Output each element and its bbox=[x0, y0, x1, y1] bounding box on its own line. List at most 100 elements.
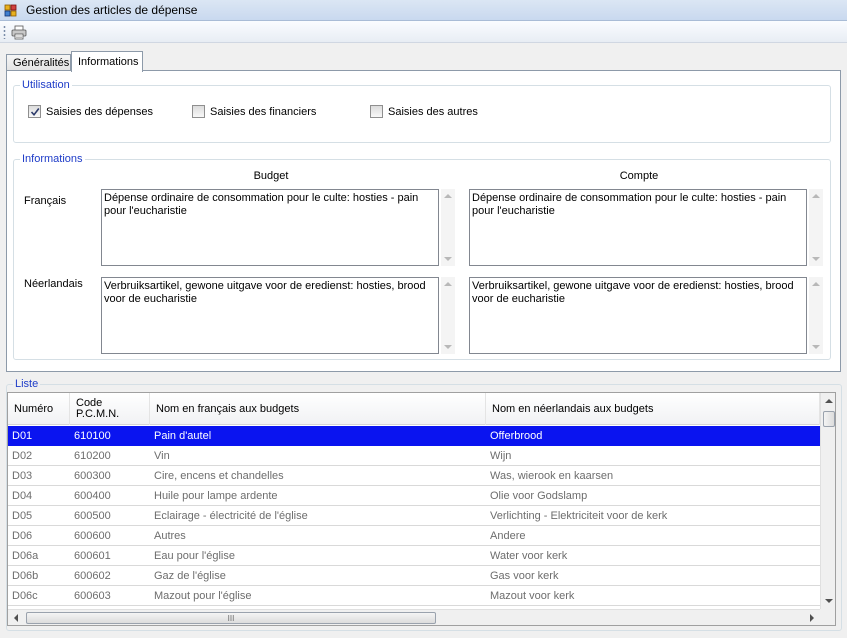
table-row[interactable]: D01 610100 Pain d'autel Offerbrood bbox=[8, 426, 820, 446]
textarea-text: Dépense ordinaire de consommation pour l… bbox=[472, 192, 787, 217]
grid-horizontal-scrollbar[interactable]: III bbox=[8, 609, 820, 625]
scroll-down-arrow-icon[interactable] bbox=[444, 257, 452, 261]
vertical-scroll-thumb[interactable] bbox=[823, 411, 835, 427]
cell-code: 600603 bbox=[74, 590, 111, 602]
column-header-code[interactable]: Code P.C.M.N. bbox=[70, 393, 150, 425]
checkbox-saisies-depenses[interactable]: Saisies des dépenses bbox=[28, 105, 153, 118]
textarea-fr-budget[interactable]: Dépense ordinaire de consommation pour l… bbox=[101, 189, 439, 266]
cell-code: 600601 bbox=[74, 550, 111, 562]
cell-code: 600400 bbox=[74, 490, 111, 502]
cell-nom-fr: Vin bbox=[154, 450, 170, 462]
informations-legend: Informations bbox=[22, 153, 83, 165]
scrollbar-fr-compte[interactable] bbox=[809, 189, 823, 266]
table-row[interactable]: D06b 600602 Gaz de l'église Gas voor kerk bbox=[8, 566, 820, 586]
scroll-up-arrow-icon[interactable] bbox=[812, 282, 820, 286]
window-title: Gestion des articles de dépense bbox=[26, 3, 198, 17]
toolbar bbox=[0, 21, 847, 43]
cell-numero: D01 bbox=[12, 430, 33, 442]
horizontal-scroll-thumb[interactable]: III bbox=[26, 612, 436, 624]
cell-nom-nl: Andere bbox=[490, 530, 526, 542]
row-label-francais: Français bbox=[24, 195, 67, 207]
printer-icon bbox=[11, 25, 27, 39]
cell-nom-fr: Gaz de l'église bbox=[154, 570, 226, 582]
table-row[interactable]: D05 600500 Eclairage - électricité de l'ég… bbox=[8, 506, 820, 526]
column-header-numero[interactable]: Numéro bbox=[8, 393, 70, 425]
toolbar-grip[interactable] bbox=[3, 25, 6, 39]
cell-numero: D02 bbox=[12, 450, 33, 462]
cell-numero: D06b bbox=[12, 570, 39, 582]
column-header-nom-nl[interactable]: Nom en néerlandais aux budgets bbox=[486, 393, 820, 425]
cell-nom-nl: Gas voor kerk bbox=[490, 570, 559, 582]
scroll-up-arrow-icon[interactable] bbox=[825, 399, 833, 403]
scroll-up-arrow-icon[interactable] bbox=[812, 194, 820, 198]
check-icon bbox=[30, 107, 39, 116]
cell-code: 610100 bbox=[74, 430, 111, 442]
cell-code: 600300 bbox=[74, 470, 111, 482]
cell-nom-nl: Was, wierook en kaarsen bbox=[490, 470, 614, 482]
row-label-neerlandais: Néerlandais bbox=[24, 278, 83, 290]
scroll-up-arrow-icon[interactable] bbox=[444, 194, 452, 198]
scroll-right-arrow-icon[interactable] bbox=[810, 614, 814, 622]
cell-nom-fr: Cire, encens et chandelles bbox=[154, 470, 284, 482]
grid-vertical-scrollbar[interactable] bbox=[820, 393, 835, 609]
scrollbar-fr-budget[interactable] bbox=[441, 189, 455, 266]
scroll-down-arrow-icon[interactable] bbox=[825, 599, 833, 603]
checkbox-label: Saisies des financiers bbox=[210, 105, 317, 118]
checkbox-label: Saisies des autres bbox=[388, 105, 478, 118]
textarea-text: Verbruiksartikel, gewone uitgave voor de… bbox=[104, 280, 426, 305]
cell-nom-fr: Pain d'autel bbox=[154, 430, 212, 442]
scroll-down-arrow-icon[interactable] bbox=[812, 257, 820, 261]
cell-numero: D06 bbox=[12, 530, 33, 542]
scroll-down-arrow-icon[interactable] bbox=[444, 345, 452, 349]
cell-numero: D05 bbox=[12, 510, 33, 522]
cell-numero: D04 bbox=[12, 490, 33, 502]
textarea-fr-compte[interactable]: Dépense ordinaire de consommation pour l… bbox=[469, 189, 807, 266]
cell-code: 600600 bbox=[74, 530, 111, 542]
scrollbar-nl-budget[interactable] bbox=[441, 277, 455, 354]
utilisation-legend: Utilisation bbox=[22, 79, 70, 91]
checkbox-label: Saisies des dépenses bbox=[46, 105, 154, 118]
cell-nom-nl: Offerbrood bbox=[490, 430, 543, 442]
grid-header: Numéro Code P.C.M.N. Nom en français aux… bbox=[8, 393, 820, 425]
textarea-nl-compte[interactable]: Verbruiksartikel, gewone uitgave voor de… bbox=[469, 277, 807, 354]
table-row[interactable]: D06c 600603 Mazout pour l'église Mazout voo… bbox=[8, 586, 820, 606]
title-bar: Gestion des articles de dépense bbox=[0, 0, 847, 21]
textarea-text: Dépense ordinaire de consommation pour l… bbox=[104, 192, 419, 217]
scrollbar-corner bbox=[820, 609, 835, 625]
tab-informations[interactable]: Informations bbox=[71, 51, 143, 72]
checkbox-saisies-autres[interactable]: Saisies des autres bbox=[370, 105, 478, 118]
print-button[interactable] bbox=[10, 23, 28, 41]
column-header-budget: Budget bbox=[253, 170, 289, 182]
cell-nom-fr: Eau pour l'église bbox=[154, 550, 235, 562]
cell-numero: D06c bbox=[12, 590, 38, 602]
table-row[interactable]: D06 600600 Autres Andere bbox=[8, 526, 820, 546]
scrollbar-nl-compte[interactable] bbox=[809, 277, 823, 354]
cell-nom-nl: Verlichting - Elektriciteit voor de kerk bbox=[490, 510, 668, 522]
column-header-compte: Compte bbox=[619, 170, 659, 182]
tab-panel-informations: Utilisation Saisies des dépenses Saisies… bbox=[6, 70, 841, 372]
checkbox-box[interactable] bbox=[192, 105, 205, 118]
checkbox-saisies-financiers[interactable]: Saisies des financiers bbox=[192, 105, 316, 118]
cell-nom-fr: Eclairage - électricité de l'église bbox=[154, 510, 308, 522]
table-row[interactable]: D04 600400 Huile pour lampe ardente Olie vo… bbox=[8, 486, 820, 506]
cell-nom-fr: Autres bbox=[154, 530, 186, 542]
cell-nom-fr: Mazout pour l'église bbox=[154, 590, 252, 602]
column-header-code-line2: P.C.M.N. bbox=[76, 408, 120, 420]
table-row[interactable]: D06a 600601 Eau pour l'église Water voor ke… bbox=[8, 546, 820, 566]
checkbox-box[interactable] bbox=[28, 105, 41, 118]
cell-nom-nl: Wijn bbox=[490, 450, 512, 462]
scroll-left-arrow-icon[interactable] bbox=[14, 614, 18, 622]
table-row[interactable]: D02 610200 Vin Wijn bbox=[8, 446, 820, 466]
cell-numero: D06a bbox=[12, 550, 39, 562]
scroll-up-arrow-icon[interactable] bbox=[444, 282, 452, 286]
checkbox-box[interactable] bbox=[370, 105, 383, 118]
cell-nom-fr: Huile pour lampe ardente bbox=[154, 490, 278, 502]
textarea-nl-budget[interactable]: Verbruiksartikel, gewone uitgave voor de… bbox=[101, 277, 439, 354]
scroll-down-arrow-icon[interactable] bbox=[812, 345, 820, 349]
column-header-nom-fr[interactable]: Nom en français aux budgets bbox=[150, 393, 486, 425]
scroll-grip-icon: III bbox=[227, 613, 235, 623]
cell-code: 600500 bbox=[74, 510, 111, 522]
table-row[interactable]: D03 600300 Cire, encens et chandelles Was, … bbox=[8, 466, 820, 486]
cell-nom-nl: Olie voor Godslamp bbox=[490, 490, 588, 502]
articles-grid[interactable]: Numéro Code P.C.M.N. Nom en français aux… bbox=[7, 392, 836, 626]
